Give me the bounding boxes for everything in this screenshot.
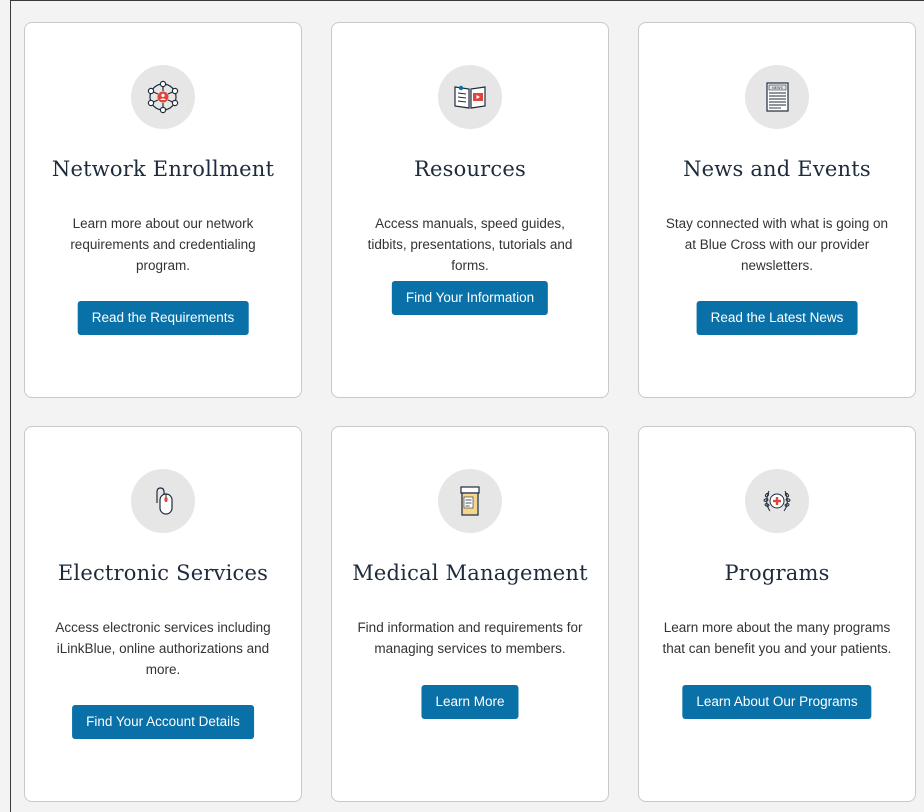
resources-book-icon bbox=[438, 65, 502, 129]
read-latest-news-button[interactable]: Read the Latest News bbox=[696, 301, 858, 335]
network-icon bbox=[131, 65, 195, 129]
medical-laurel-icon bbox=[745, 469, 809, 533]
card-resources: Resources Access manuals, speed guides, … bbox=[331, 22, 609, 398]
card-title: Medical Management bbox=[352, 561, 588, 585]
card-description: Stay connected with what is going on at … bbox=[665, 216, 889, 273]
card-description: Learn more about our network requirement… bbox=[70, 216, 256, 273]
card-news-events: NEWS News and Events Stay connected with… bbox=[638, 22, 916, 398]
card-description: Find information and requirements for ma… bbox=[357, 620, 583, 656]
card-title: Programs bbox=[724, 561, 830, 585]
find-account-details-button[interactable]: Find Your Account Details bbox=[72, 705, 254, 739]
card-electronic-services: Electronic Services Access electronic se… bbox=[24, 426, 302, 802]
card-network-enrollment: Network Enrollment Learn more about our … bbox=[24, 22, 302, 398]
newspaper-icon: NEWS bbox=[745, 65, 809, 129]
pill-bottle-icon bbox=[438, 469, 502, 533]
learn-about-programs-button[interactable]: Learn About Our Programs bbox=[682, 685, 872, 719]
read-requirements-button[interactable]: Read the Requirements bbox=[77, 301, 249, 335]
card-title: Electronic Services bbox=[57, 561, 269, 585]
card-description: Access electronic services including iLi… bbox=[55, 620, 271, 677]
card-programs: Programs Learn more about the many progr… bbox=[638, 426, 916, 802]
card-title: Network Enrollment bbox=[51, 157, 275, 181]
card-title: News and Events bbox=[683, 157, 871, 181]
card-medical-management: Medical Management Find information and … bbox=[331, 426, 609, 802]
mouse-icon bbox=[131, 469, 195, 533]
card-title: Resources bbox=[414, 157, 526, 181]
find-information-button[interactable]: Find Your Information bbox=[391, 281, 549, 315]
card-description: Learn more about the many programs that … bbox=[662, 620, 892, 656]
newspaper-label: NEWS bbox=[772, 86, 784, 90]
learn-more-button[interactable]: Learn More bbox=[421, 685, 519, 719]
card-description: Access manuals, speed guides, tidbits, p… bbox=[367, 216, 573, 273]
